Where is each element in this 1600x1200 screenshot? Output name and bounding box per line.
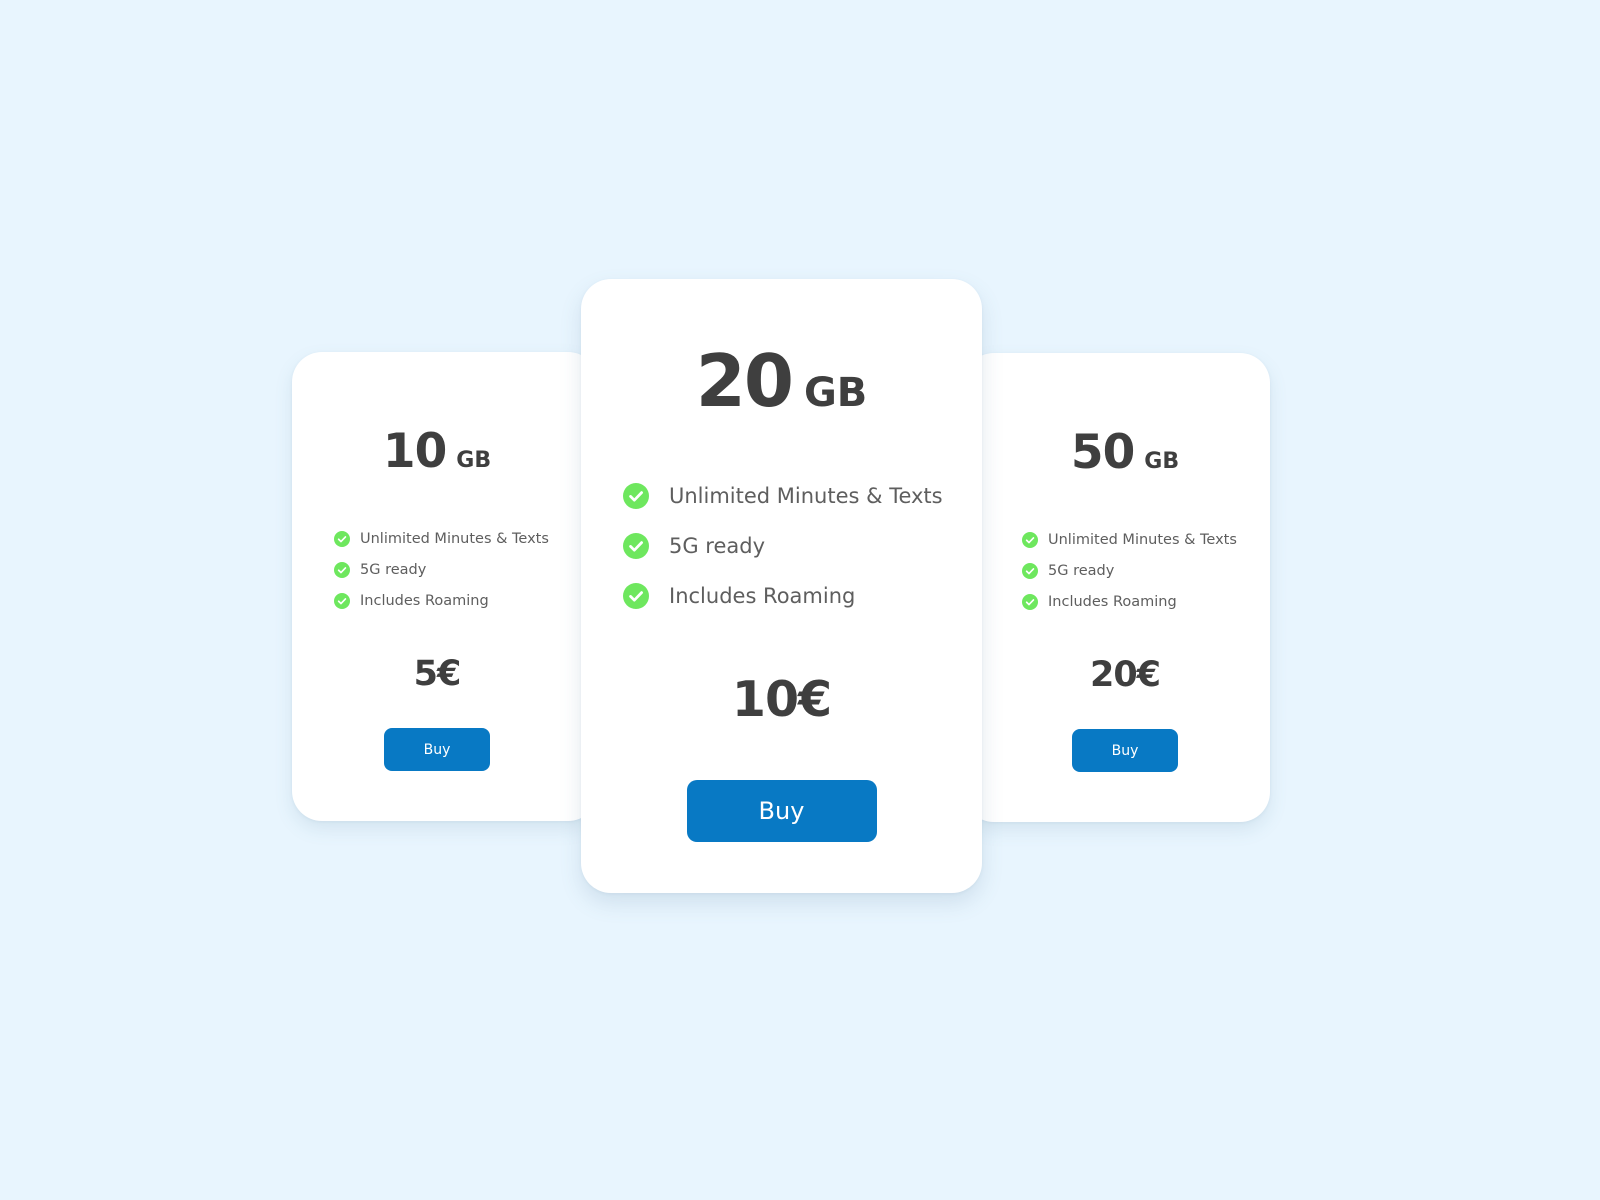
feature-label: Includes Roaming	[360, 592, 489, 609]
feature-list: Unlimited Minutes & Texts 5G ready Inclu…	[1022, 524, 1237, 617]
capacity-unit: GB	[456, 448, 492, 473]
feature-item: Includes Roaming	[1022, 586, 1237, 617]
capacity-unit: GB	[803, 370, 868, 416]
plan-capacity: 20 GB	[696, 339, 868, 423]
check-circle-icon	[334, 530, 350, 547]
plan-card-20gb: 20 GB Unlimited Minutes & Texts 5G ready…	[581, 279, 982, 893]
capacity-value: 10	[382, 424, 447, 479]
capacity-value: 20	[695, 339, 794, 423]
feature-item: Includes Roaming	[334, 585, 549, 616]
feature-list: Unlimited Minutes & Texts 5G ready Inclu…	[334, 523, 549, 616]
feature-item: 5G ready	[1022, 555, 1237, 586]
feature-label: Unlimited Minutes & Texts	[669, 484, 943, 508]
feature-item: 5G ready	[623, 521, 943, 571]
plan-capacity: 50 GB	[1071, 425, 1179, 480]
plan-price: 10€	[731, 671, 832, 728]
plan-card-50gb: 50 GB Unlimited Minutes & Texts 5G ready…	[964, 353, 1270, 822]
plan-card-10gb: 10 GB Unlimited Minutes & Texts 5G ready…	[292, 352, 598, 821]
check-circle-icon	[1022, 593, 1038, 610]
feature-item: Unlimited Minutes & Texts	[334, 523, 549, 554]
feature-item: Unlimited Minutes & Texts	[623, 471, 943, 521]
check-circle-icon	[623, 483, 649, 509]
buy-button-10gb[interactable]: Buy	[384, 728, 490, 771]
feature-item: 5G ready	[334, 554, 549, 585]
feature-label: 5G ready	[669, 534, 766, 558]
plan-price: 20€	[1089, 655, 1161, 695]
feature-item: Unlimited Minutes & Texts	[1022, 524, 1237, 555]
feature-label: Unlimited Minutes & Texts	[360, 530, 549, 547]
feature-label: Includes Roaming	[669, 584, 856, 608]
check-circle-icon	[334, 592, 350, 609]
buy-button-50gb[interactable]: Buy	[1072, 729, 1178, 772]
check-circle-icon	[623, 583, 649, 609]
check-circle-icon	[1022, 562, 1038, 579]
feature-label: Unlimited Minutes & Texts	[1048, 531, 1237, 548]
capacity-unit: GB	[1144, 449, 1180, 474]
feature-item: Includes Roaming	[623, 571, 943, 621]
plan-price: 5€	[413, 654, 462, 694]
feature-label: 5G ready	[360, 561, 427, 578]
feature-label: 5G ready	[1048, 562, 1115, 579]
feature-label: Includes Roaming	[1048, 593, 1177, 610]
check-circle-icon	[334, 561, 350, 578]
plan-capacity: 10 GB	[383, 424, 491, 479]
check-circle-icon	[1022, 531, 1038, 548]
capacity-value: 50	[1070, 425, 1135, 480]
feature-list: Unlimited Minutes & Texts 5G ready Inclu…	[623, 471, 943, 621]
check-circle-icon	[623, 533, 649, 559]
buy-button-20gb[interactable]: Buy	[686, 780, 877, 842]
